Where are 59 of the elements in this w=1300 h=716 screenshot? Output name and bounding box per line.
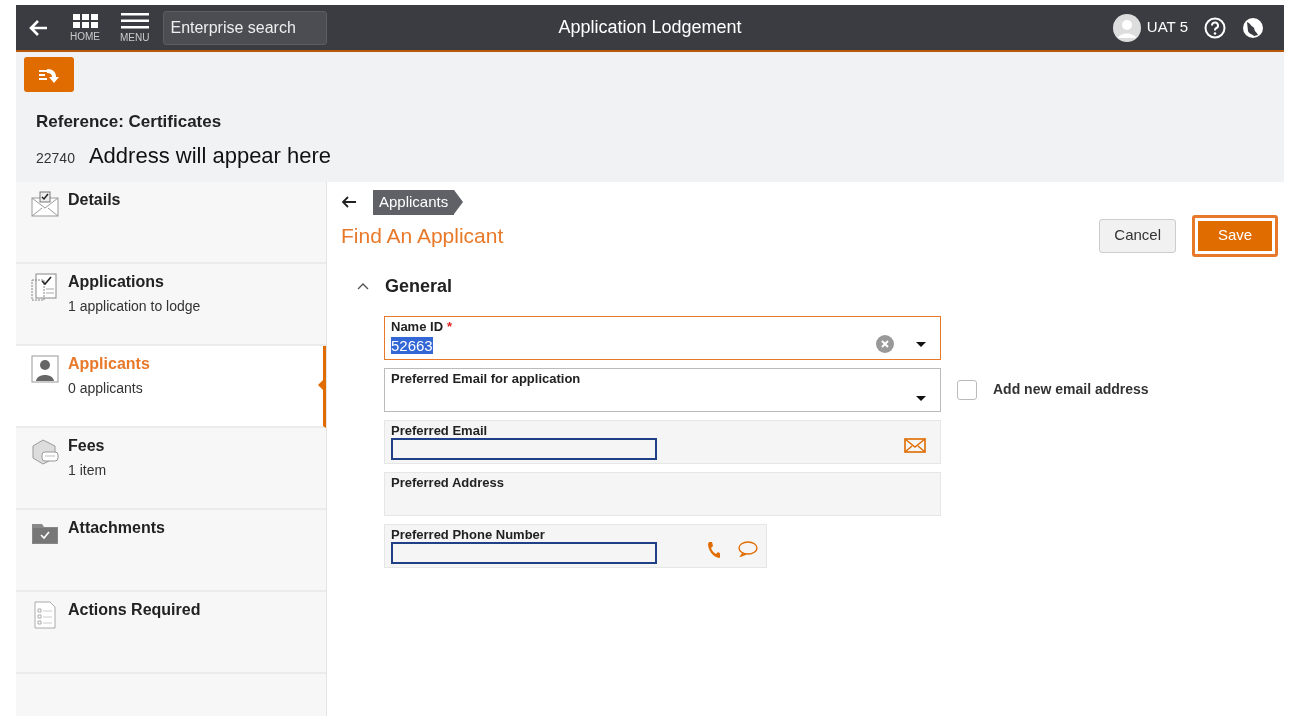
envelope-icon — [30, 190, 60, 220]
clear-icon[interactable] — [876, 334, 894, 353]
chevron-up-icon — [357, 282, 369, 290]
field-panel[interactable]: Preferred Phone Number — [384, 523, 767, 568]
required-marker: * — [447, 318, 453, 334]
sidebar-item[interactable]: Fees 1 item — [16, 428, 326, 510]
person-icon — [30, 354, 60, 384]
dropdown-caret-icon[interactable] — [916, 341, 926, 347]
cancel-button[interactable]: Cancel — [1099, 218, 1176, 253]
sidebar-item[interactable]: Details — [16, 182, 326, 264]
sidebar-label: Attachments — [68, 518, 165, 538]
search-field[interactable]: Enterprise search — [163, 10, 328, 45]
sidebar-label: Applicants — [68, 354, 150, 374]
help-icon[interactable] — [1204, 16, 1226, 39]
grid-icon — [72, 13, 98, 28]
user-menu-button[interactable]: UAT 5 — [1112, 13, 1188, 42]
sidebar-subtitle: 1 item — [68, 461, 107, 480]
field-label: Preferred Email for application — [391, 370, 582, 387]
documents-icon — [30, 272, 60, 302]
dropdown-field[interactable]: Preferred Email for application — [384, 367, 941, 412]
field-label: Name ID * — [391, 318, 454, 335]
avatar-icon — [1112, 13, 1141, 42]
chevron-icon — [454, 190, 464, 215]
field-value: 52663 — [391, 337, 433, 355]
dropdown-caret-icon[interactable] — [916, 395, 926, 401]
sidebar-label: Applications — [68, 272, 165, 292]
sidebar-item[interactable]: Attachments — [16, 510, 326, 592]
menu-icon — [120, 12, 149, 29]
input-field[interactable] — [391, 542, 657, 565]
sidebar-subtitle: 1 application to lodge — [68, 297, 201, 316]
address-field[interactable]: Preferred Address — [384, 471, 941, 516]
nav-home-button[interactable]: HOME — [60, 13, 110, 42]
sidebar-subtitle: 0 applicants — [68, 379, 144, 398]
input-field[interactable] — [391, 438, 657, 461]
sidebar-label: Details — [68, 190, 121, 210]
section-header[interactable]: General — [357, 272, 453, 300]
field-label: Preferred Email — [391, 422, 489, 439]
envelope-icon[interactable] — [904, 437, 926, 453]
reference-title: Reference: Certificates — [36, 111, 223, 133]
page-title: Application Lodgement — [558, 17, 742, 37]
sidebar-item[interactable]: Actions Required — [16, 592, 326, 674]
combo-field[interactable]: Name ID * 52663 — [384, 315, 941, 360]
phone-icon[interactable] — [706, 540, 720, 559]
checkbox[interactable] — [957, 379, 977, 400]
chat-bubble-icon[interactable] — [738, 540, 758, 557]
field-label: Preferred Address — [391, 474, 505, 491]
sidebar-label: Actions Required — [68, 600, 201, 620]
field-panel[interactable]: Preferred Email — [384, 419, 941, 464]
back-arrow-icon[interactable] — [341, 196, 357, 209]
field-label: Preferred Phone Number — [391, 526, 546, 543]
nav-menu-button[interactable]: MENU — [110, 12, 160, 43]
checkbox-label: Add new email address — [993, 380, 1149, 399]
sidebar-item[interactable]: Applicants 0 applicants — [16, 346, 326, 428]
address-text: Address will appear here — [88, 141, 332, 170]
sidebar-label: Fees — [68, 436, 106, 456]
selection-pointer — [318, 380, 323, 390]
form-title: Find An Applicant — [341, 222, 504, 249]
reference-number: 22740 — [36, 148, 75, 168]
action-button[interactable] — [24, 57, 74, 92]
